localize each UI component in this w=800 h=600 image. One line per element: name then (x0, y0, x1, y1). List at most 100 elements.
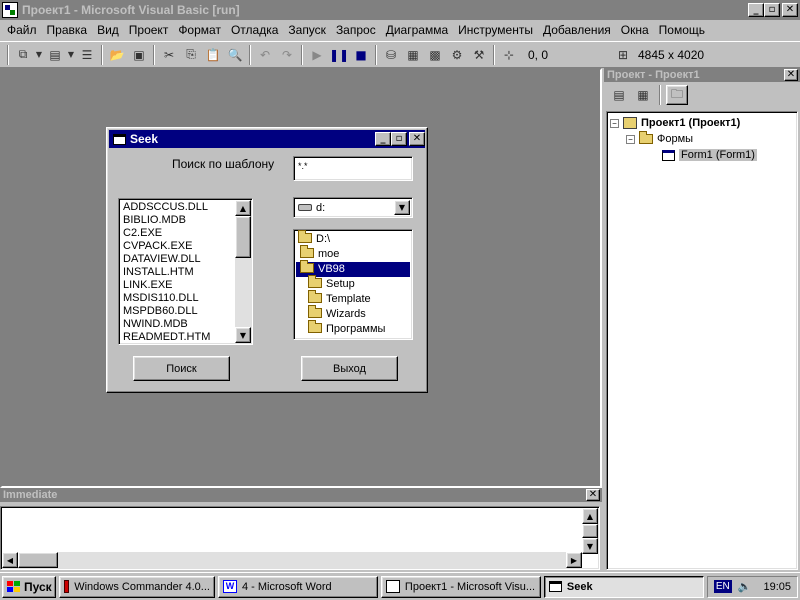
menu-editor-icon[interactable]: ☰ (76, 44, 98, 66)
task-visual-basic[interactable]: Проект1 - Microsoft Visu... (380, 575, 541, 598)
list-item[interactable]: DATAVIEW.DLL (121, 253, 250, 266)
immediate-close-button[interactable]: ✕ (586, 489, 600, 501)
undo-icon[interactable]: ↶ (254, 44, 276, 66)
tree-forms-folder[interactable]: − Формы (610, 131, 794, 147)
properties-window-icon[interactable]: ▦ (402, 44, 424, 66)
maximize-button[interactable]: ▫ (764, 3, 780, 17)
directory-item[interactable]: D:\ (296, 230, 410, 247)
project-close-button[interactable]: ✕ (784, 69, 798, 81)
drive-combo[interactable]: d: ▼ (293, 197, 413, 218)
scroll-down-icon[interactable]: ▼ (235, 327, 251, 343)
language-indicator[interactable]: EN (713, 580, 732, 593)
toolbox-icon[interactable]: ⚒ (468, 44, 490, 66)
scroll-right-icon[interactable]: ▶ (566, 552, 582, 568)
scroll-thumb[interactable] (582, 524, 598, 538)
menu-file[interactable]: Файл (2, 20, 42, 40)
menu-format[interactable]: Формат (173, 20, 226, 40)
menu-run[interactable]: Запуск (283, 20, 331, 40)
directory-item[interactable]: moe (296, 245, 410, 262)
pause-icon[interactable]: ❚❚ (328, 44, 350, 66)
menu-view[interactable]: Вид (92, 20, 124, 40)
paste-icon[interactable]: 📋 (202, 44, 224, 66)
pattern-label: Поиск по шаблону (172, 157, 275, 171)
redo-icon[interactable]: ↷ (276, 44, 298, 66)
task-windows-commander[interactable]: Windows Commander 4.0... (58, 575, 215, 598)
immediate-hscrollbar[interactable]: ◀ ▶ (2, 552, 582, 568)
scroll-down-icon[interactable]: ▼ (582, 538, 598, 554)
menu-query[interactable]: Запрос (331, 20, 381, 40)
form-layout-icon[interactable]: ▩ (424, 44, 446, 66)
start-icon[interactable]: ▶ (306, 44, 328, 66)
directory-item[interactable]: Программы (296, 320, 410, 337)
start-button[interactable]: Пуск (2, 575, 56, 598)
menu-window[interactable]: Окна (616, 20, 654, 40)
copy-icon[interactable]: ⎘ (180, 44, 202, 66)
scroll-thumb[interactable] (235, 216, 251, 258)
chevron-down-icon[interactable]: ▼ (394, 200, 410, 215)
menu-edit[interactable]: Правка (42, 20, 93, 40)
tree-root[interactable]: − Проект1 (Проект1) (610, 115, 794, 131)
tree-form1[interactable]: Form1 (Form1) (610, 147, 794, 163)
list-item[interactable]: CVPACK.EXE (121, 240, 250, 253)
scroll-up-icon[interactable]: ▲ (235, 200, 251, 216)
dropdown-arrow-icon[interactable]: ▼ (34, 44, 44, 66)
seek-maximize-button[interactable]: ▫ (391, 132, 407, 146)
cut-icon[interactable]: ✂ (158, 44, 180, 66)
form-icon[interactable] (113, 133, 126, 145)
search-button[interactable]: Поиск (133, 356, 230, 381)
directory-list[interactable]: D:\ moe VB98 Setup Template Wizards Прог… (293, 229, 413, 340)
menu-addins[interactable]: Добавления (538, 20, 616, 40)
vb-app-icon[interactable] (2, 2, 18, 18)
list-item[interactable]: INSTALL.HTM (121, 266, 250, 279)
menu-help[interactable]: Помощь (654, 20, 710, 40)
seek-close-button[interactable]: ✕ (409, 132, 425, 146)
list-item[interactable]: C2.EXE (121, 227, 250, 240)
list-item[interactable]: MSPDB60.DLL (121, 305, 250, 318)
stop-icon[interactable]: ■ (350, 44, 372, 66)
object-browser-icon[interactable]: ⚙ (446, 44, 468, 66)
volume-icon[interactable]: 🔈 (738, 580, 752, 593)
open-folder-icon (639, 131, 653, 144)
toggle-folders-icon[interactable]: 🗀 (666, 85, 688, 105)
view-code-icon[interactable]: ▤ (608, 84, 630, 106)
clock[interactable]: 19:05 (763, 581, 791, 593)
list-item[interactable]: ADDSCCUS.DLL (121, 201, 250, 214)
view-object-icon[interactable]: ▦ (632, 84, 654, 106)
dropdown-arrow-icon[interactable]: ▼ (66, 44, 76, 66)
project-tree[interactable]: − Проект1 (Проект1) − Формы Form1 (Form1… (606, 111, 798, 570)
menu-project[interactable]: Проект (124, 20, 174, 40)
list-item[interactable]: READMEDT.HTM (121, 331, 250, 344)
list-item[interactable]: MSDIS110.DLL (121, 292, 250, 305)
task-seek-active[interactable]: Seek (543, 575, 704, 598)
toolbar-grip[interactable] (7, 44, 9, 65)
seek-minimize-button[interactable]: _ (375, 132, 391, 146)
find-icon[interactable]: 🔍 (224, 44, 246, 66)
system-tray: EN 🔈 19:05 (706, 575, 798, 598)
scroll-left-icon[interactable]: ◀ (2, 552, 18, 568)
menu-diagram[interactable]: Диаграмма (381, 20, 453, 40)
project-explorer-icon[interactable]: ⛁ (380, 44, 402, 66)
open-folder-icon[interactable]: 📂 (106, 44, 128, 66)
exit-button[interactable]: Выход (301, 356, 398, 381)
immediate-vscrollbar[interactable]: ▲ ▼ (582, 508, 598, 554)
collapse-icon[interactable]: − (626, 134, 635, 144)
add-project-icon[interactable]: ⧉ (12, 44, 34, 66)
menu-debug[interactable]: Отладка (226, 20, 283, 40)
scroll-up-icon[interactable]: ▲ (582, 508, 598, 524)
list-item[interactable]: LINK.EXE (121, 279, 250, 292)
scroll-thumb[interactable] (18, 552, 58, 568)
add-form-icon[interactable]: ▤ (44, 44, 66, 66)
minimize-button[interactable]: _ (748, 3, 764, 17)
file-list[interactable]: ADDSCCUS.DLL BIBLIO.MDB C2.EXE CVPACK.EX… (118, 198, 253, 345)
collapse-icon[interactable]: − (610, 118, 619, 128)
folder-icon (308, 290, 322, 303)
menu-tools[interactable]: Инструменты (453, 20, 538, 40)
file-list-scrollbar[interactable]: ▲ ▼ (235, 200, 251, 343)
save-icon[interactable]: ▣ (128, 44, 150, 66)
list-item[interactable]: BIBLIO.MDB (121, 214, 250, 227)
pattern-input[interactable]: *.* (293, 156, 413, 181)
windows-logo-icon (7, 581, 20, 592)
list-item[interactable]: NWIND.MDB (121, 318, 250, 331)
close-button[interactable]: ✕ (782, 3, 798, 17)
task-word[interactable]: W 4 - Microsoft Word (217, 575, 378, 598)
